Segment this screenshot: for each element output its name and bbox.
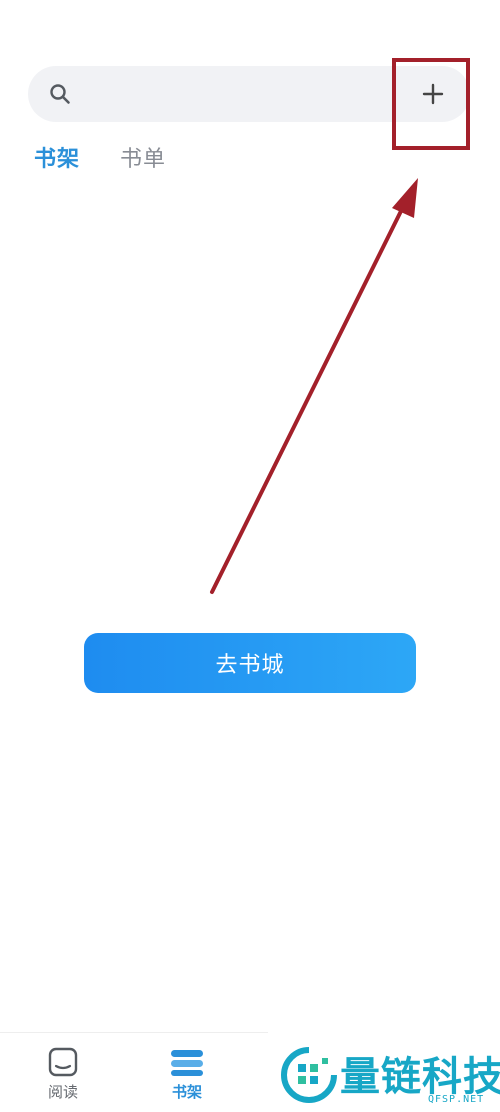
tabbar-item-bookshelf[interactable]: 书架 <box>152 1047 222 1109</box>
go-to-bookstore-button[interactable]: 去书城 <box>84 633 416 693</box>
bottom-tab-bar: 阅读 书架 <box>0 1032 268 1112</box>
shelf-tabs: 书架 书单 <box>34 142 206 178</box>
reader-icon <box>48 1047 78 1077</box>
tab-booklist[interactable]: 书单 <box>120 142 166 178</box>
tab-bookshelf[interactable]: 书架 <box>34 142 80 178</box>
go-to-bookstore-label: 去书城 <box>215 653 285 678</box>
tabbar-label-bookshelf: 书架 <box>171 1083 202 1101</box>
watermark-subtext: QFSP.NET <box>428 1094 485 1105</box>
watermark: 量链科技 QFSP.NET <box>278 1040 500 1111</box>
add-button[interactable] <box>396 66 470 122</box>
tabbar-item-reading[interactable]: 阅读 <box>28 1047 98 1109</box>
search-icon <box>50 84 70 104</box>
tabbar-label-reading: 阅读 <box>47 1083 78 1101</box>
plus-icon <box>422 83 444 105</box>
bookshelf-icon <box>171 1050 203 1076</box>
watermark-logo-icon <box>281 1047 337 1103</box>
